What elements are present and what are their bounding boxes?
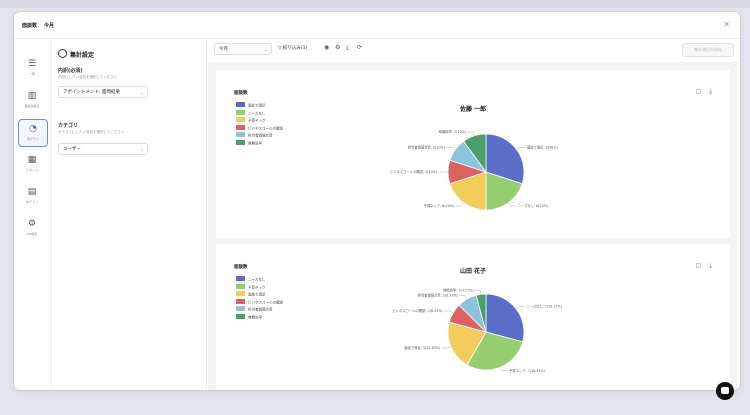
pie-slice-label: ビジネスゴールの確認: 3(10%): [390, 169, 437, 174]
pie-label-leader: [443, 310, 454, 314]
pie-slice-label: ニーズなし: 7(29.17%): [526, 303, 562, 308]
rail-item-kpi[interactable]: ⚙ KPI設定: [18, 215, 46, 241]
settings-panel: 集計設定 内訳(必須) 内訳にしたい項目を選択してください アポイントメント: …: [52, 39, 207, 390]
pie-slice-label: 予算ネック: 6(20%): [424, 203, 455, 208]
pie-label-leader: [441, 346, 451, 349]
filter-label: 絞り込み(1): [282, 46, 308, 51]
filter-button[interactable]: ▽ 絞り込み(1): [278, 45, 307, 51]
browser-strip: [0, 0, 750, 8]
close-icon[interactable]: ✕: [723, 20, 730, 29]
rail-item-bar-chart[interactable]: ▤ 棒グラフ: [18, 183, 46, 209]
settings-icon: [58, 49, 67, 58]
chevron-down-icon: ⌄: [139, 147, 144, 153]
rail-item-pivot[interactable]: ▦ ピボット: [18, 151, 46, 177]
rail-item-list[interactable]: ☰ 一覧: [18, 55, 46, 81]
pie-label-leader: [508, 202, 517, 207]
settings-header: 集計設定: [58, 49, 94, 59]
category-select[interactable]: ユーザー ⌄: [58, 143, 148, 155]
pie-slice-label: 面談で満足: 9(30%): [527, 144, 558, 149]
pie-label-leader: [500, 367, 509, 372]
category-hint: カテゴリにしたい項目を選択してください: [58, 130, 125, 134]
pie-slice-label: ビジネスゴールの確認: 2(8.33%): [392, 308, 442, 313]
rail-item-label: ピボット: [25, 168, 38, 172]
window-title: 面談数: [22, 23, 38, 29]
breakdown-select[interactable]: アポイントメント: 面問結果 ⌄: [58, 86, 148, 98]
view-icon[interactable]: ◉: [324, 44, 329, 51]
pie-label-leader: [459, 295, 468, 300]
pie-label-leader: [455, 202, 464, 207]
breakdown-label: 内訳(必須): [58, 68, 83, 74]
pie-label-leader: [446, 147, 456, 150]
chevron-down-icon: ⌄: [263, 47, 268, 53]
refresh-icon[interactable]: ⟳: [357, 44, 362, 51]
title-bar: 面談数 今月 ✕: [14, 12, 740, 39]
pie-chart-icon: ◔: [29, 124, 37, 134]
line-chart-icon: ▤: [27, 187, 37, 197]
chevron-down-icon: ⌄: [139, 90, 144, 96]
pie-slice-label: 予算ネック: 7(29.17%): [509, 368, 545, 373]
rail-item-label: 円グラフ: [26, 137, 39, 141]
save-aggregation-button[interactable]: 集計項目を保存: [682, 43, 734, 57]
bar-chart-icon: ▥: [27, 91, 37, 101]
pie-slice-label: 面談で満足: 5(20.83%): [404, 345, 440, 350]
app-window: 面談数 今月 ✕ ☰ 一覧 ▥ 面談実績表 ◔ 円グラフ ▦ ピボット ▤ 棒グ…: [14, 12, 740, 390]
window-subtitle: 今月: [44, 23, 55, 29]
pie-slice-label: 担当者価値合意: 3(10%): [408, 144, 445, 149]
chart-card-1: 面談数 ▢ ⤓ ニーズなし 予算ネック 面談で満足 ビジネスゴールの確認 担当者価…: [216, 244, 730, 390]
chart-content: 面談数 ▢ ⤓ 面談で満足 ニーズなし 予算ネック ビジネスゴールの確認 担当者価…: [208, 62, 738, 390]
table-icon: ▦: [27, 155, 37, 165]
period-value: 今月: [219, 47, 228, 52]
chart-card-0: 面談数 ▢ ⤓ 面談で満足 ニーズなし 予算ネック ビジネスゴールの確認 担当者価…: [216, 70, 730, 238]
rail-item-label: 面談実績表: [24, 104, 40, 108]
toolbar: 今月 ⌄ ▽ 絞り込み(1) ◉ ⚙ ⤓ ⟳ 集計項目を保存: [208, 41, 738, 61]
rail-item-label: KPI設定: [26, 232, 38, 236]
rail-item-bar-report[interactable]: ▥ 面談実績表: [18, 87, 46, 113]
chat-support-button[interactable]: [716, 382, 734, 400]
gear-icon: ⚙: [27, 219, 37, 229]
pie-label-leader: [516, 306, 526, 310]
category-label: カテゴリ: [58, 123, 79, 129]
pie-chart: ニーズなし: 7(29.17%) 予算ネック: 7(29.17%) 面談で満足: 5…: [392, 287, 562, 373]
rail-item-label: 棒グラフ: [25, 200, 38, 204]
settings-title: 集計設定: [70, 52, 95, 59]
pie-slice-label: 時期尚早: 3(10%): [439, 129, 466, 134]
list-icon: ☰: [27, 59, 37, 69]
pie-label-leader: [516, 147, 526, 150]
rail-item-label: 一覧: [28, 72, 35, 76]
pie-label-leader: [467, 131, 475, 136]
pie-label-leader: [474, 290, 482, 295]
category-select-value: ユーザー: [63, 147, 81, 152]
pie-slice-label: ニーズなし: 6(20%): [518, 203, 548, 208]
breakdown-hint: 内訳にしたい項目を選択してください: [58, 75, 118, 79]
rail-item-pie-chart[interactable]: ◔ 円グラフ: [18, 119, 48, 147]
download-icon[interactable]: ⤓: [346, 44, 349, 52]
pie-slice-label: 担当者価値合意: 2(8.33%): [418, 293, 458, 298]
breakdown-select-value: アポイントメント: 面問結果: [63, 90, 120, 95]
pie-slice-label: 時期尚早: 1(4.17%): [443, 287, 474, 292]
pie-chart: 面談で満足: 9(30%) ニーズなし: 6(20%) 予算ネック: 6(20%) ビ…: [390, 129, 558, 211]
gear-icon[interactable]: ⚙: [335, 44, 340, 51]
period-select[interactable]: 今月 ⌄: [214, 43, 272, 55]
view-rail: ☰ 一覧 ▥ 面談実績表 ◔ 円グラフ ▦ ピボット ▤ 棒グラフ ⚙ KPI設…: [14, 39, 52, 390]
